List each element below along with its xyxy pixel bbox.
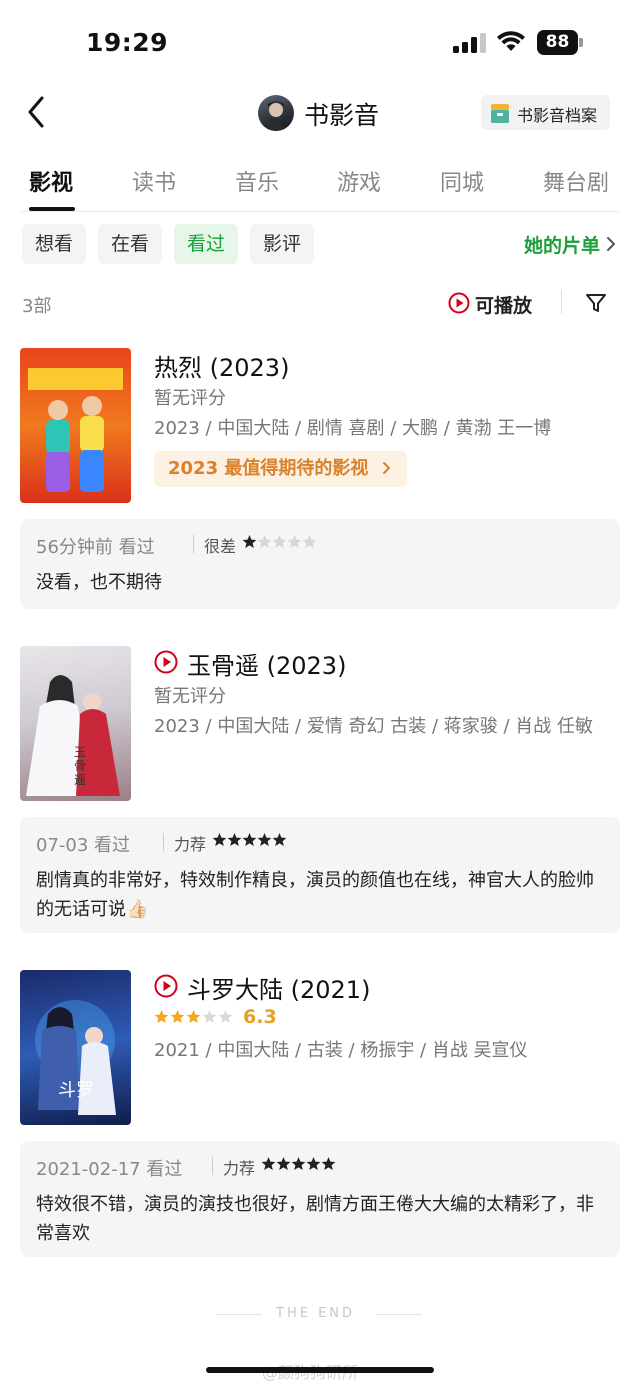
review-text: 没看，也不期待 [36,572,162,593]
filter-want[interactable]: 想看 [22,224,86,264]
tab-games[interactable]: 游戏 [337,165,381,197]
star-rating-icon [242,535,317,548]
filter-icon[interactable] [585,292,607,314]
tab-divider [20,211,620,212]
tab-music[interactable]: 音乐 [235,165,279,197]
svg-text:斗罗: 斗罗 [58,1080,94,1101]
movie-title[interactable]: 热烈 (2023) [154,348,289,383]
end-label: THE END [276,1306,356,1321]
movie-poster[interactable] [20,348,131,503]
signal-icon [453,33,486,53]
poster-image: 斗罗 [35,1000,116,1115]
movie-title[interactable]: 斗罗大陆 (2021) [187,970,370,1005]
review-time: 07-03 看过 [36,835,131,856]
movie-meta: 2021 / 中国大陆 / 古装 / 杨振宇 / 肖战 吴宣仪 [154,1040,528,1061]
divider [193,535,194,553]
review-card[interactable]: 56分钟前 看过 很差 没看，也不期待 [20,519,620,609]
star-rating-icon [154,1010,233,1023]
review-rating-label: 很差 [204,537,237,556]
review-text: 剧情真的非常好，特效制作精良，演员的颜值也在线，神官大人的脸帅的无话可说👍🏻 [36,870,594,920]
divider [212,1157,213,1175]
archive-button[interactable]: 书影音档案 [481,95,610,130]
review-card[interactable]: 2021-02-17 看过 力荐 特效很不错，演员的演技也很好，剧情方面王倦大大… [20,1141,620,1257]
promo-label: 2023 最值得期待的影视 [168,458,369,479]
archive-icon [491,104,509,123]
battery-icon: 88 [537,30,583,55]
divider [561,290,562,314]
svg-text:遥: 遥 [74,773,86,787]
filter-watching[interactable]: 在看 [98,224,162,264]
movie-poster[interactable]: 玉 骨 遥 [20,646,131,801]
movie-rating-text: 暂无评分 [154,388,226,409]
item-count: 3部 [22,296,52,317]
tab-movies[interactable]: 影视 [29,165,73,197]
filter-watched[interactable]: 看过 [174,224,238,264]
review-rating-label: 力荐 [174,835,207,854]
playable-filter[interactable]: 可播放 [448,290,538,317]
archive-label: 书影音档案 [517,106,598,125]
avatar[interactable] [258,95,294,131]
tab-stage[interactable]: 舞台剧 [543,165,609,197]
play-circle-icon[interactable] [154,650,178,674]
movie-poster[interactable]: 斗罗 [20,970,131,1125]
review-card[interactable]: 07-03 看过 力荐 剧情真的非常好，特效制作精良，演员的颜值也在线，神官大人… [20,817,620,933]
play-circle-icon[interactable] [154,974,178,998]
movie-meta: 2023 / 中国大陆 / 剧情 喜剧 / 大鹏 / 黄渤 王一博 [154,418,552,439]
movie-rating-text: 暂无评分 [154,686,226,707]
poster-image [28,368,123,492]
review-rating-label: 力荐 [223,1159,256,1178]
svg-text:骨: 骨 [74,759,86,773]
svg-text:玉: 玉 [74,745,86,759]
battery-level: 88 [537,30,578,55]
divider [163,833,164,851]
promo-link[interactable]: 2023 最值得期待的影视 [154,451,407,487]
playable-label: 可播放 [475,295,533,317]
movie-meta: 2023 / 中国大陆 / 爱情 奇幻 古装 / 蒋家骏 / 肖战 任敏 [154,716,594,737]
tab-books[interactable]: 读书 [132,165,176,197]
wifi-icon [497,31,525,51]
her-list-link[interactable]: 她的片单 [524,231,600,258]
avatar-image [264,101,288,131]
divider [216,1314,262,1315]
review-time: 56分钟前 看过 [36,537,155,558]
star-rating-icon [212,833,287,846]
back-button[interactable] [22,92,54,132]
filter-reviews[interactable]: 影评 [250,224,314,264]
home-indicator[interactable] [206,1367,434,1373]
play-circle-icon [448,292,470,314]
review-text: 特效很不错，演员的演技也很好，剧情方面王倦大大编的太精彩了，非常喜欢 [36,1194,594,1244]
chevron-right-icon [382,462,390,474]
star-rating-icon [261,1157,336,1170]
tab-local[interactable]: 同城 [440,165,484,197]
chevron-right-icon [607,237,615,251]
review-time: 2021-02-17 看过 [36,1159,183,1180]
poster-image: 玉 骨 遥 [26,675,120,796]
movie-score: 6.3 [243,1006,277,1028]
divider [376,1314,422,1315]
movie-title[interactable]: 玉骨遥 (2023) [187,646,346,681]
status-time: 19:29 [86,28,169,57]
page-title: 书影音 [304,101,380,130]
